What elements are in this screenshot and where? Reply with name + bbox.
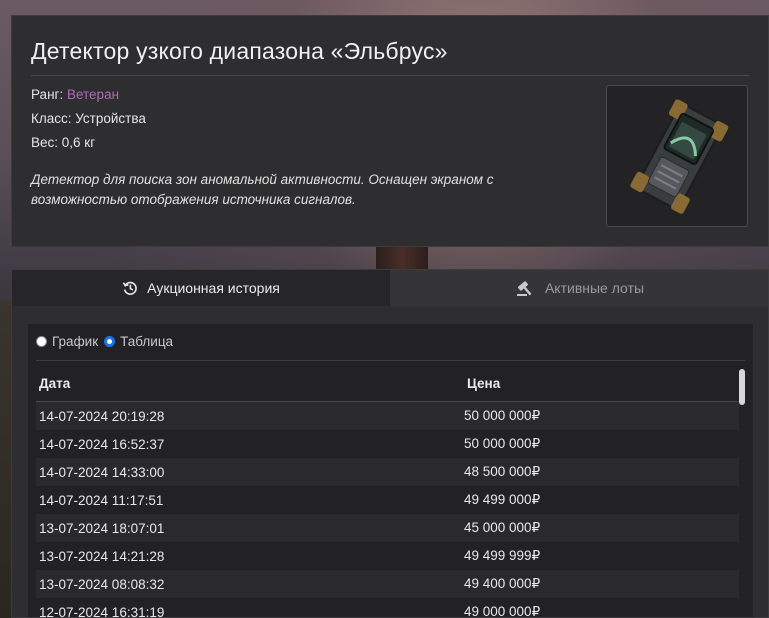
cell-price: 45 000 000₽ bbox=[464, 520, 541, 535]
cell-date: 13-07-2024 08:08:32 bbox=[39, 576, 165, 592]
chart-radio-label[interactable]: График bbox=[52, 334, 98, 349]
history-table-panel: График Таблица Дата Цена 14-07-2024 20:1… bbox=[28, 324, 753, 618]
item-image bbox=[606, 85, 748, 227]
table-radio[interactable] bbox=[104, 336, 116, 347]
table-radio-label[interactable]: Таблица bbox=[120, 334, 173, 349]
table-row: 14-07-2024 16:52:37 50 000 000₽ bbox=[36, 430, 739, 458]
item-class: Класс: Устройства bbox=[31, 111, 146, 126]
table-row: 13-07-2024 08:08:32 49 400 000₽ bbox=[36, 570, 739, 598]
table-row: 14-07-2024 20:19:28 50 000 000₽ bbox=[36, 402, 739, 430]
history-table-body: 14-07-2024 20:19:28 50 000 000₽ 14-07-202… bbox=[36, 402, 739, 618]
toggle-divider bbox=[36, 360, 745, 361]
item-info-card: Детектор узкого диапазона «Эльбрус» Ранг… bbox=[11, 15, 769, 247]
tab-active-lots[interactable]: Активные лоты bbox=[390, 270, 768, 306]
table-row: 13-07-2024 18:07:01 45 000 000₽ bbox=[36, 514, 739, 542]
cell-price: 49 000 000₽ bbox=[464, 604, 541, 618]
table-scrollbar[interactable] bbox=[739, 369, 745, 405]
cell-price: 48 500 000₽ bbox=[464, 464, 541, 479]
cell-price: 49 400 000₽ bbox=[464, 576, 541, 591]
cell-price: 49 499 999₽ bbox=[464, 548, 541, 563]
table-row: 14-07-2024 14:33:00 48 500 000₽ bbox=[36, 458, 739, 486]
item-weight: Вес: 0,6 кг bbox=[31, 135, 96, 150]
column-header-price[interactable]: Цена bbox=[467, 376, 500, 391]
tab-active-lots-label: Активные лоты bbox=[544, 280, 645, 296]
view-toggle: График Таблица bbox=[36, 334, 173, 349]
cell-price: 49 499 000₽ bbox=[464, 492, 541, 507]
cell-price: 50 000 000₽ bbox=[464, 408, 541, 423]
cell-date: 14-07-2024 11:17:51 bbox=[39, 492, 164, 508]
rank-value: Ветеран bbox=[66, 87, 120, 102]
cell-date: 13-07-2024 14:21:28 bbox=[39, 548, 165, 564]
item-rank: Ранг: Ветеран bbox=[31, 87, 119, 102]
item-description: Детектор для поиска зон аномальной актив… bbox=[31, 172, 494, 207]
column-header-date[interactable]: Дата bbox=[39, 376, 70, 391]
cell-date: 12-07-2024 16:31:19 bbox=[39, 604, 165, 618]
rank-label: Ранг: bbox=[31, 87, 67, 102]
table-row: 14-07-2024 11:17:51 49 499 000₽ bbox=[36, 486, 739, 514]
cell-price: 50 000 000₽ bbox=[464, 436, 541, 451]
cell-date: 13-07-2024 18:07:01 bbox=[39, 520, 165, 536]
gavel-icon bbox=[516, 279, 536, 297]
title-divider bbox=[31, 75, 749, 76]
tab-auction-history[interactable]: Аукционная история bbox=[12, 270, 390, 306]
auction-history-card: Аукционная история Активные лоты График … bbox=[11, 269, 769, 618]
history-icon bbox=[122, 280, 138, 296]
chart-radio[interactable] bbox=[36, 336, 47, 347]
item-title: Детектор узкого диапазона «Эльбрус» bbox=[31, 38, 448, 64]
cell-date: 14-07-2024 20:19:28 bbox=[39, 408, 165, 424]
tab-auction-history-label: Аукционная история bbox=[147, 280, 280, 296]
table-row: 12-07-2024 16:31:19 49 000 000₽ bbox=[36, 598, 739, 618]
cell-date: 14-07-2024 16:52:37 bbox=[39, 436, 165, 452]
cell-date: 14-07-2024 14:33:00 bbox=[39, 464, 165, 480]
table-row: 13-07-2024 14:21:28 49 499 999₽ bbox=[36, 542, 739, 570]
detector-device-icon bbox=[630, 99, 729, 214]
